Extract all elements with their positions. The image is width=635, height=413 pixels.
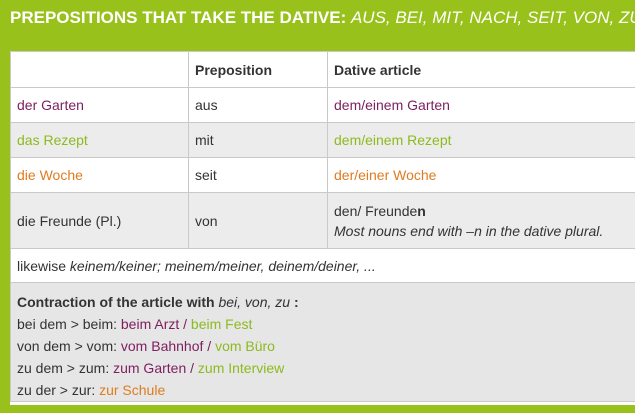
page-title: PREPOSITIONS THAT TAKE THE DATIVE: AUS, … bbox=[10, 7, 635, 29]
contraction-heading-italic: bei, von, zu bbox=[218, 294, 291, 310]
likewise-cell: likewise keinem/keiner; meinem/meiner, d… bbox=[10, 248, 635, 283]
contraction-rule: zu dem > zum: bbox=[17, 360, 114, 376]
contraction-example: zur Schule bbox=[99, 382, 166, 398]
column-header-article: Dative article bbox=[327, 51, 635, 88]
table-header-row: Preposition Dative article bbox=[10, 51, 635, 88]
grammar-table-card: Preposition Dative article der Garten au… bbox=[10, 51, 635, 405]
contraction-line: bei dem > beim: beim Arzt / beim Fest bbox=[17, 313, 629, 335]
contraction-example: vom Bahnhof bbox=[120, 338, 204, 354]
contraction-heading-colon: : bbox=[290, 294, 299, 310]
table-row: der Garten aus dem/einem Garten bbox=[10, 87, 635, 123]
contraction-line: von dem > vom: vom Bahnhof / vom Büro bbox=[17, 335, 629, 357]
contraction-separator: / bbox=[203, 338, 216, 354]
contraction-rule: zu der > zur: bbox=[17, 382, 100, 398]
contraction-rule: bei dem > beim: bbox=[17, 316, 121, 332]
contraction-separator: / bbox=[179, 316, 191, 332]
contraction-rule: von dem > vom: bbox=[17, 338, 121, 354]
article-cell: dem/einem Garten bbox=[327, 87, 635, 123]
table-row: die Woche seit der/einer Woche bbox=[10, 157, 635, 193]
article-cell: dem/einem Rezept bbox=[327, 122, 635, 158]
likewise-words: keinem/keiner; meinem/meiner, deinem/dei… bbox=[69, 257, 376, 274]
preposition-cell: mit bbox=[188, 122, 328, 158]
article-plural-prefix: den/ Freunde bbox=[334, 202, 418, 219]
noun-cell: die Freunde (Pl.) bbox=[10, 192, 189, 249]
contraction-line: zu der > zur: zur Schule bbox=[17, 379, 629, 401]
table-row: die Freunde (Pl.) von den/ Freunden Most… bbox=[10, 192, 635, 249]
article-cell: den/ Freunden Most nouns end with –n in … bbox=[327, 192, 635, 249]
article-plural-ending: n bbox=[417, 202, 426, 219]
dative-table: Preposition Dative article der Garten au… bbox=[10, 51, 635, 402]
title-bold: PREPOSITIONS THAT TAKE THE DATIVE: bbox=[10, 8, 347, 27]
preposition-cell: von bbox=[188, 192, 328, 249]
contraction-separator: / bbox=[186, 360, 198, 376]
contraction-example: beim Arzt bbox=[120, 316, 180, 332]
preposition-cell: aus bbox=[188, 87, 328, 123]
column-header-preposition: Preposition bbox=[188, 51, 328, 88]
noun-cell: der Garten bbox=[10, 87, 189, 123]
noun-cell: das Rezept bbox=[10, 122, 189, 158]
contraction-example: vom Büro bbox=[215, 338, 275, 354]
likewise-row: likewise keinem/keiner; meinem/meiner, d… bbox=[10, 248, 635, 283]
contraction-cell: Contraction of the article with bei, von… bbox=[10, 282, 635, 402]
column-header-noun bbox=[10, 51, 189, 88]
article-cell: der/einer Woche bbox=[327, 157, 635, 193]
table-row: das Rezept mit dem/einem Rezept bbox=[10, 122, 635, 158]
contraction-example: zum Garten bbox=[113, 360, 187, 376]
noun-cell: die Woche bbox=[10, 157, 189, 193]
contraction-row: Contraction of the article with bei, von… bbox=[10, 282, 635, 402]
contraction-line: zu dem > zum: zum Garten / zum Interview bbox=[17, 357, 629, 379]
page: PREPOSITIONS THAT TAKE THE DATIVE: AUS, … bbox=[0, 0, 635, 413]
preposition-cell: seit bbox=[188, 157, 328, 193]
contraction-example: zum Interview bbox=[197, 360, 285, 376]
contraction-heading: Contraction of the article with bei, von… bbox=[17, 291, 629, 313]
contraction-example: beim Fest bbox=[190, 316, 253, 332]
title-italic: AUS, BEI, MIT, NACH, SEIT, VON, ZU bbox=[350, 8, 635, 27]
likewise-prefix: likewise bbox=[17, 257, 70, 274]
contraction-heading-bold: Contraction of the article with bbox=[17, 294, 219, 310]
plural-note: Most nouns end with –n in the dative plu… bbox=[334, 222, 604, 239]
